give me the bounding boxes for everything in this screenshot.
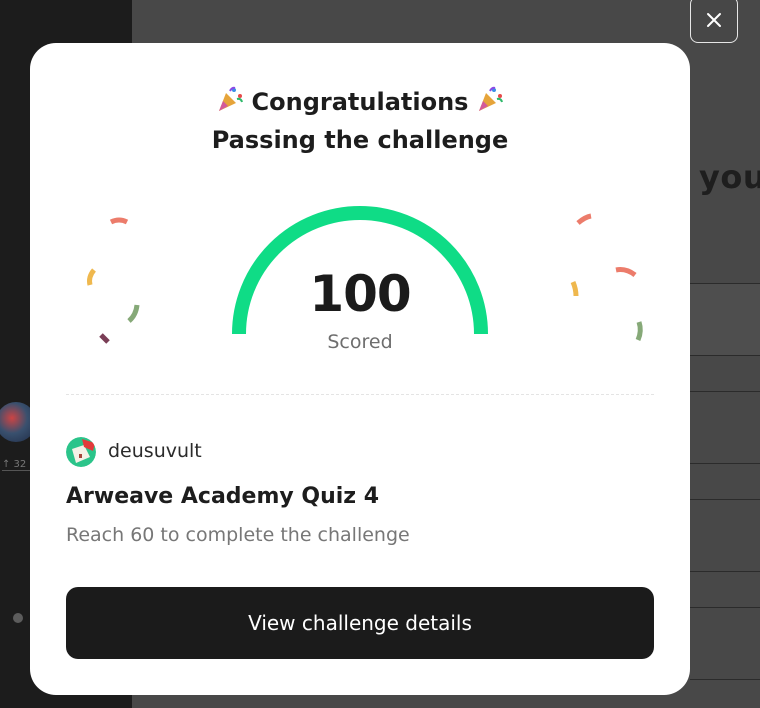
background-divider (690, 283, 760, 284)
confetti-piece (109, 217, 129, 225)
close-button[interactable] (690, 0, 738, 43)
background-divider (690, 499, 760, 500)
author-name[interactable]: deusuvult (108, 440, 202, 462)
section-divider (66, 394, 654, 395)
score-value: 100 (309, 265, 411, 323)
background-divider (690, 355, 760, 356)
background-stat: ↑ 32 (2, 459, 32, 471)
background-row (690, 283, 760, 355)
background-divider (690, 607, 760, 608)
result-modal: Congratulations Passing the challenge 10… (30, 43, 690, 695)
background-heading: you (699, 158, 760, 196)
author-avatar (66, 437, 96, 467)
background-divider (690, 463, 760, 464)
background-divider (690, 679, 760, 680)
score-label: Scored (327, 331, 393, 353)
quiz-requirement: Reach 60 to complete the challenge (66, 524, 410, 546)
close-icon (707, 12, 721, 27)
background-divider (690, 391, 760, 392)
quiz-title: Arweave Academy Quiz 4 (66, 484, 380, 509)
view-challenge-details-button[interactable]: View challenge details (66, 587, 654, 659)
confetti-piece (576, 213, 592, 225)
background-divider (690, 571, 760, 572)
background-dot (13, 613, 23, 623)
